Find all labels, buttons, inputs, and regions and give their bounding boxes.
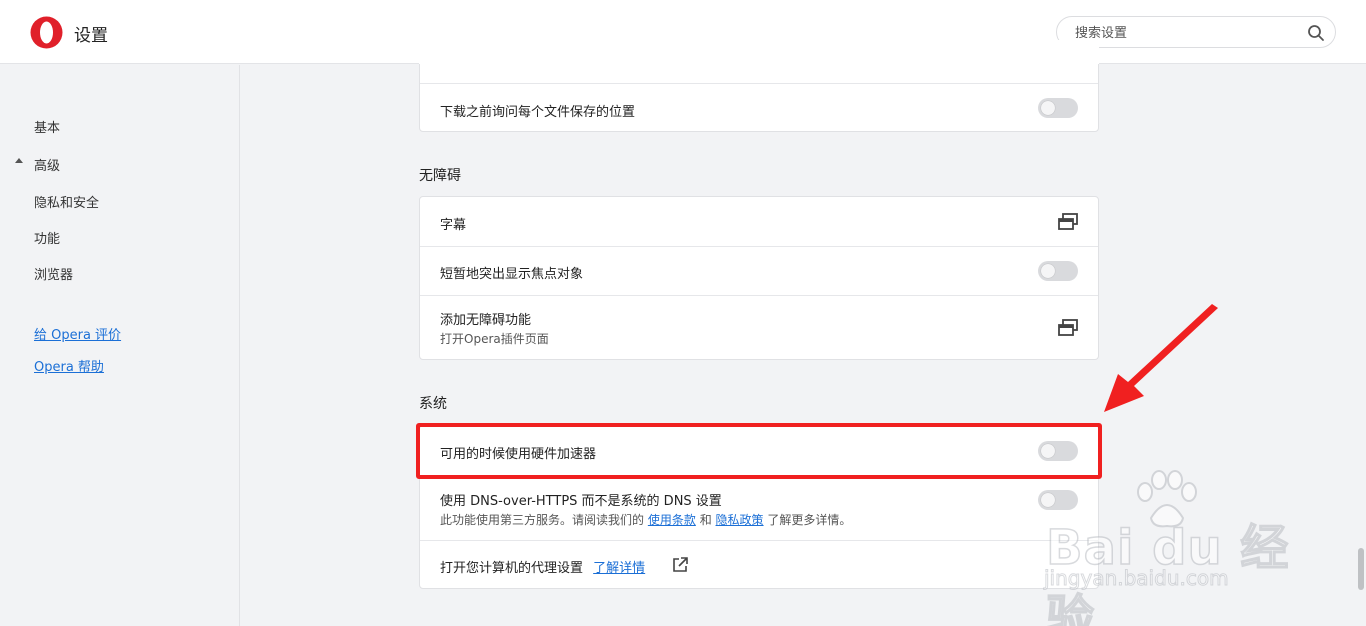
paw-print-icon — [1137, 470, 1197, 528]
dns-over-https-sub: 此功能使用第三方服务。请阅读我们的 使用条款 和 隐私政策 了解更多详情。 — [440, 511, 851, 528]
doh-sub-post-text: 了解更多详情。 — [767, 513, 852, 527]
learn-more-link[interactable]: 了解详情 — [593, 561, 645, 576]
system-card: 可用的时候使用硬件加速器 使用 DNS-over-HTTPS 而不是系统的 DN… — [419, 425, 1099, 589]
captions-row[interactable]: 字幕 — [420, 197, 1098, 246]
proxy-settings-row[interactable]: 打开您计算机的代理设置 了解详情 — [420, 540, 1098, 588]
sidebar-item-features[interactable]: 功能 — [34, 228, 60, 247]
terms-of-use-link[interactable]: 使用条款 — [648, 513, 696, 527]
red-arrow-annotation-icon — [1104, 304, 1218, 412]
opera-help-link[interactable]: Opera 帮助 — [34, 356, 104, 375]
dns-over-https-label: 使用 DNS-over-HTTPS 而不是系统的 DNS 设置 — [440, 494, 722, 509]
sidebar-item-browser[interactable]: 浏览器 — [34, 264, 73, 283]
rate-opera-link[interactable]: 给 Opera 评价 — [34, 324, 121, 343]
add-accessibility-features-sub: 打开Opera插件页面 — [440, 332, 549, 346]
search-icon[interactable] — [1307, 24, 1325, 42]
dns-over-https-row[interactable]: 使用 DNS-over-HTTPS 而不是系统的 DNS 设置 此功能使用第三方… — [420, 476, 1098, 540]
focus-highlight-label: 短暂地突出显示焦点对象 — [440, 267, 584, 282]
ask-download-location-row[interactable]: 下载之前询问每个文件保存的位置 — [420, 83, 1098, 131]
sidebar-item-basic[interactable]: 基本 — [34, 117, 60, 136]
focus-highlight-row[interactable]: 短暂地突出显示焦点对象 — [420, 246, 1098, 295]
captions-label: 字幕 — [440, 218, 467, 233]
privacy-policy-link[interactable]: 隐私政策 — [716, 513, 764, 527]
hardware-acceleration-toggle[interactable] — [1038, 441, 1078, 461]
accessibility-section-title: 无障碍 — [419, 168, 461, 184]
search-input[interactable] — [1075, 23, 1295, 43]
open-in-new-window-icon[interactable] — [1058, 213, 1078, 231]
sidebar: 基本 高级 隐私和安全 功能 浏览器 给 Opera 评价 Opera 帮助 — [0, 65, 240, 626]
focus-highlight-toggle[interactable] — [1038, 261, 1078, 281]
system-section-title: 系统 — [419, 396, 447, 412]
external-link-icon[interactable] — [672, 557, 688, 573]
scroll-mask — [419, 40, 1099, 64]
sidebar-item-advanced[interactable]: 高级 — [34, 155, 60, 174]
doh-sub-text: 此功能使用第三方服务。请阅读我们的 — [440, 513, 645, 527]
caret-up-icon[interactable] — [15, 158, 23, 163]
page-title: 设置 — [74, 26, 108, 46]
ask-download-location-toggle[interactable] — [1038, 98, 1078, 118]
hardware-acceleration-row[interactable]: 可用的时候使用硬件加速器 — [420, 426, 1098, 476]
opera-logo-icon — [30, 16, 63, 49]
proxy-settings-label: 打开您计算机的代理设置 了解详情 — [440, 557, 645, 576]
add-accessibility-features-row[interactable]: 添加无障碍功能 打开Opera插件页面 — [420, 295, 1098, 359]
open-in-new-window-icon[interactable] — [1058, 319, 1078, 337]
hardware-acceleration-label: 可用的时候使用硬件加速器 — [440, 447, 597, 462]
ask-download-location-label: 下载之前询问每个文件保存的位置 — [440, 105, 636, 120]
add-accessibility-features-label: 添加无障碍功能 — [440, 313, 532, 328]
sidebar-item-privacy[interactable]: 隐私和安全 — [34, 192, 99, 211]
scrollbar-thumb[interactable] — [1358, 548, 1364, 590]
dns-over-https-toggle[interactable] — [1038, 490, 1078, 510]
accessibility-card: 字幕 短暂地突出显示焦点对象 添加无障碍功能 打开Opera插件页面 — [419, 196, 1099, 360]
proxy-settings-text: 打开您计算机的代理设置 — [440, 561, 584, 576]
doh-and-text: 和 — [699, 513, 712, 527]
